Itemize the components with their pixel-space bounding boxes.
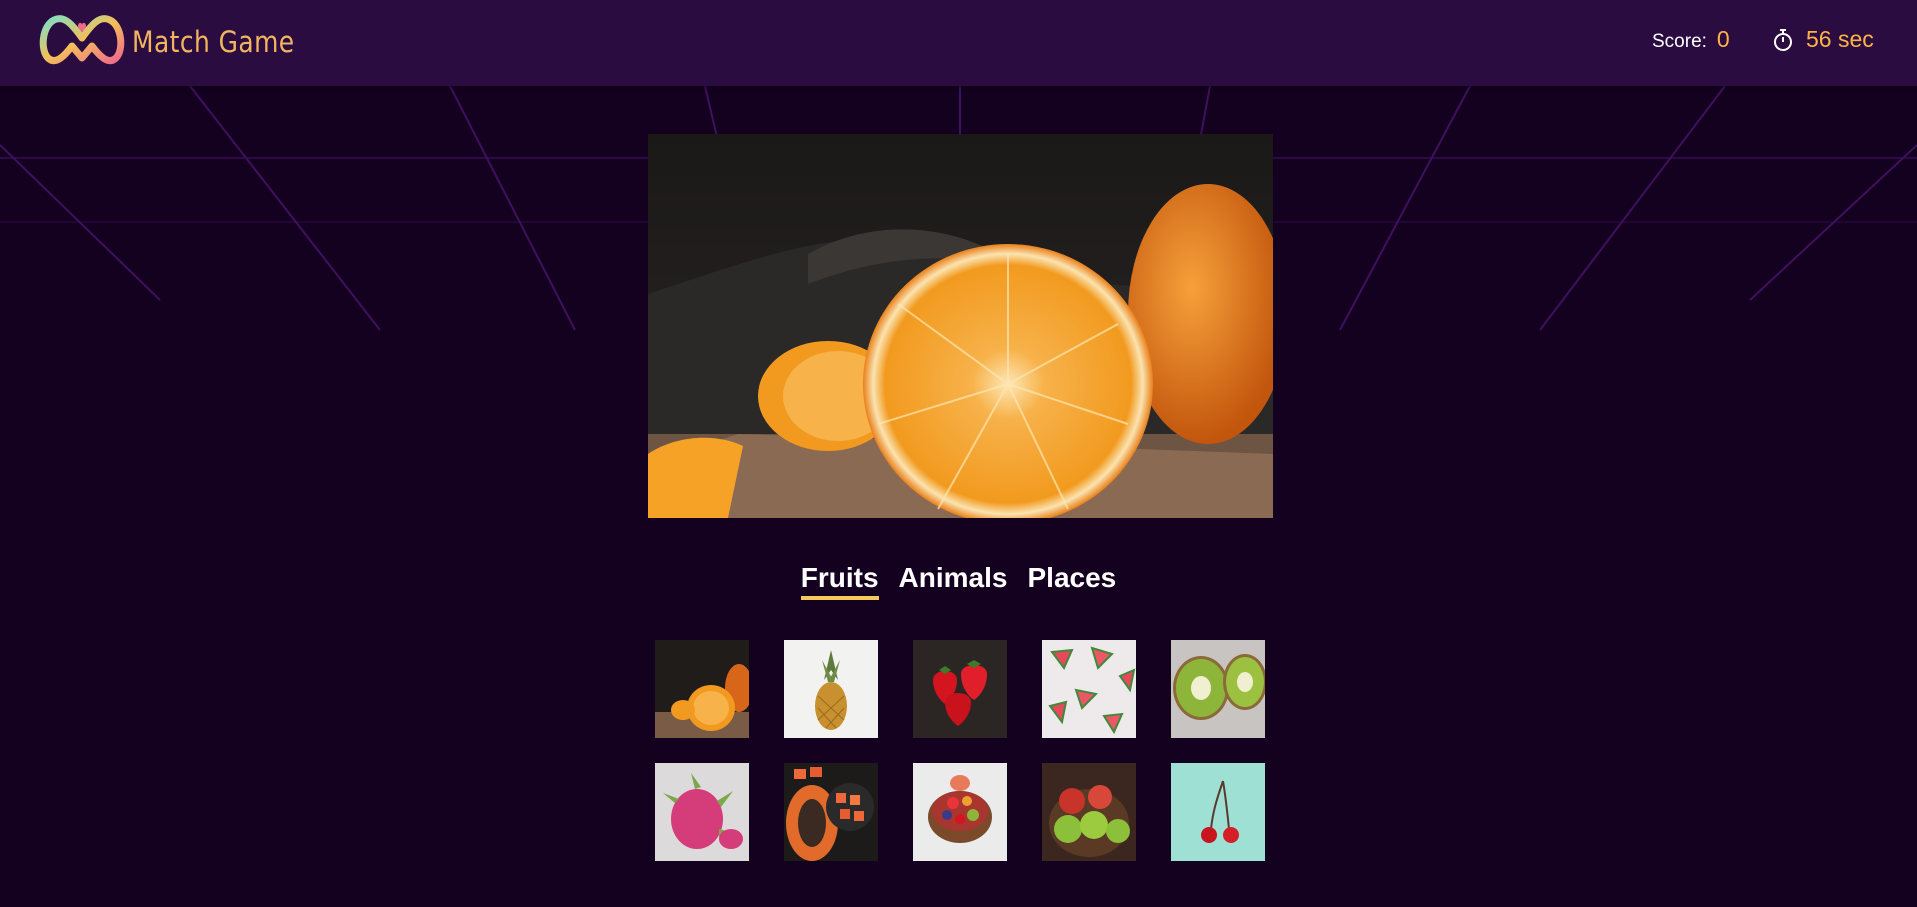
top-navbar: Match Game Score: 0 56 sec xyxy=(0,0,1917,86)
thumbnail-strawberry[interactable] xyxy=(913,640,1007,738)
thumbnail-grid xyxy=(655,640,1265,861)
brand-name: Match Game xyxy=(132,25,295,59)
timer-value: 56 sec xyxy=(1806,26,1874,52)
game-controller-logo-icon xyxy=(39,15,125,65)
thumbnail-orange[interactable] xyxy=(655,640,749,738)
thumbnail-papaya[interactable] xyxy=(784,763,878,861)
thumbnail-pineapple[interactable] xyxy=(784,640,878,738)
score-display: Score: 0 xyxy=(1652,26,1730,53)
tab-places[interactable]: Places xyxy=(1027,562,1116,600)
thumbnail-dragon-fruit[interactable] xyxy=(655,763,749,861)
thumbnail-watermelon[interactable] xyxy=(1042,640,1136,738)
tab-animals[interactable]: Animals xyxy=(899,562,1008,600)
score-label: Score: xyxy=(1652,31,1707,52)
tab-fruits[interactable]: Fruits xyxy=(800,562,879,600)
category-tabs: Fruits Animals Places xyxy=(0,562,1917,600)
match-target-image xyxy=(648,134,1273,518)
orange-photo xyxy=(648,134,1273,518)
thumbnail-cherry[interactable] xyxy=(1171,763,1265,861)
game-page: Match Game Score: 0 56 sec Fruits Animal… xyxy=(0,0,1917,907)
brand-logo[interactable]: Match Game xyxy=(38,10,321,74)
score-value: 0 xyxy=(1716,26,1730,52)
timer-display: 56 sec xyxy=(1772,26,1874,53)
thumbnail-kiwi[interactable] xyxy=(1171,640,1265,738)
thumbnail-fruit-bowl[interactable] xyxy=(913,763,1007,861)
thumbnail-apple[interactable] xyxy=(1042,763,1136,861)
stopwatch-icon xyxy=(1774,28,1792,51)
